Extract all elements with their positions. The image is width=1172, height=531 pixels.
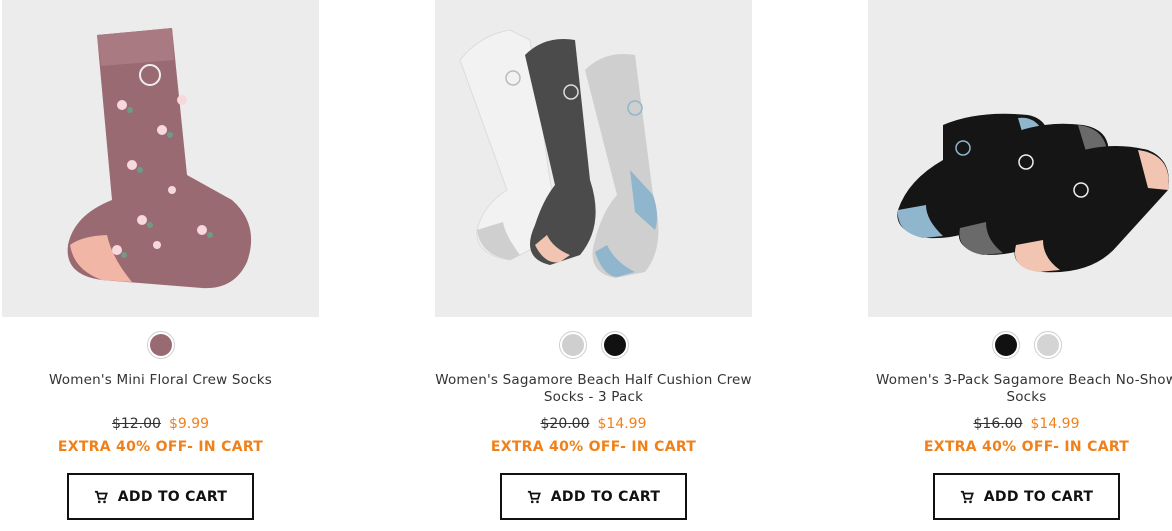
add-to-cart-button[interactable]: ADD TO CART [500, 473, 687, 520]
color-swatches [868, 331, 1172, 359]
color-swatch-floral[interactable] [146, 331, 175, 359]
color-swatch-black[interactable] [991, 331, 1020, 359]
color-swatches [2, 331, 319, 359]
original-price: $16.00 [973, 416, 1023, 432]
add-to-cart-button[interactable]: ADD TO CART [67, 473, 254, 520]
promo-text: EXTRA 40% OFF- IN CART [923, 439, 1130, 455]
product-card: Women's Sagamore Beach Half Cushion Crew… [435, 0, 752, 531]
add-to-cart-label: ADD TO CART [550, 488, 661, 505]
price-block: $20.00 $14.99 [435, 415, 752, 433]
promo-text: EXTRA 40% OFF- IN CART [57, 439, 264, 455]
sale-price: $9.99 [168, 416, 210, 432]
price-block: $16.00 $14.99 [868, 415, 1172, 433]
sock-illustration [435, 0, 752, 317]
product-image-half-cushion-crew-socks[interactable] [435, 0, 752, 317]
add-to-cart-button[interactable]: ADD TO CART [933, 473, 1120, 520]
add-to-cart-label: ADD TO CART [983, 488, 1094, 505]
color-swatch-black[interactable] [600, 331, 629, 359]
cart-icon [94, 490, 108, 504]
promo-text: EXTRA 40% OFF- IN CART [490, 439, 697, 455]
cart-icon [527, 490, 541, 504]
product-card: Women's Mini Floral Crew Socks $12.00 $9.… [2, 0, 319, 531]
price-block: $12.00 $9.99 [2, 415, 319, 433]
sale-price: $14.99 [597, 416, 647, 432]
add-to-cart-label: ADD TO CART [117, 488, 228, 505]
sock-illustration [868, 0, 1172, 317]
sale-price: $14.99 [1030, 416, 1080, 432]
product-name[interactable]: Women's Mini Floral Crew Socks [2, 372, 319, 389]
product-image-no-show-socks[interactable] [868, 0, 1172, 317]
color-swatch-grey[interactable] [1033, 331, 1062, 359]
cart-icon [960, 490, 974, 504]
color-swatch-grey[interactable] [558, 331, 587, 359]
product-name[interactable]: Women's Sagamore Beach Half Cushion Crew… [435, 372, 752, 406]
sock-illustration [2, 0, 319, 317]
original-price: $20.00 [540, 416, 590, 432]
color-swatches [435, 331, 752, 359]
original-price: $12.00 [111, 416, 161, 432]
product-name[interactable]: Women's 3-Pack Sagamore Beach No-Show So… [868, 372, 1172, 406]
product-card: Women's 3-Pack Sagamore Beach No-Show So… [868, 0, 1172, 531]
product-image-floral-crew-socks[interactable] [2, 0, 319, 317]
